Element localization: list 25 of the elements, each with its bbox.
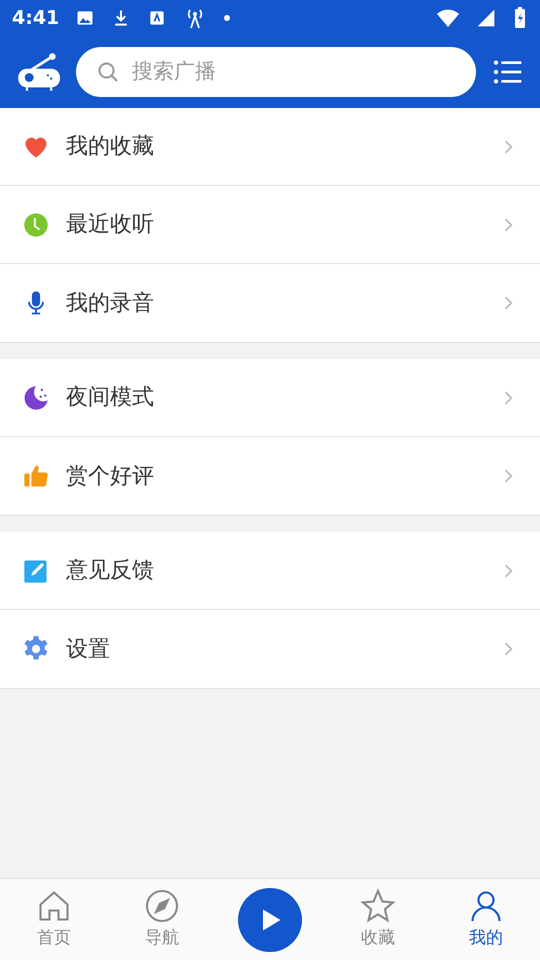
moon-icon: [22, 384, 50, 412]
menu-item-label: 最近收听: [66, 211, 155, 239]
menu-item-label: 夜间模式: [66, 384, 155, 412]
search-icon: [96, 60, 120, 84]
menu-item[interactable]: 我的收藏: [0, 108, 540, 186]
menu-item[interactable]: 最近收听: [0, 186, 540, 264]
menu-item-label: 意见反馈: [66, 557, 155, 585]
nav-tab[interactable]: 我的: [432, 888, 540, 952]
menu-item[interactable]: 设置: [0, 610, 540, 688]
menu-item-label: 我的收藏: [66, 133, 155, 161]
menu-item[interactable]: 意见反馈: [0, 532, 540, 610]
menu-item[interactable]: 我的录音: [0, 264, 540, 342]
menu-item-label: 设置: [66, 636, 111, 664]
dot-icon: [223, 14, 232, 22]
compass-icon: [144, 888, 180, 924]
status-time: 4:41: [12, 6, 60, 31]
menu-item[interactable]: 赏个好评: [0, 437, 540, 515]
clock-icon: [22, 210, 50, 238]
menu-item-label: 赏个好评: [66, 462, 155, 490]
signal-icon: [476, 8, 496, 28]
star-icon: [360, 888, 396, 924]
menu-item[interactable]: 夜间模式: [0, 359, 540, 437]
battery-icon: [512, 6, 528, 30]
menu-item-label: 我的录音: [66, 290, 155, 318]
search-bar[interactable]: 搜索广播: [76, 47, 476, 97]
